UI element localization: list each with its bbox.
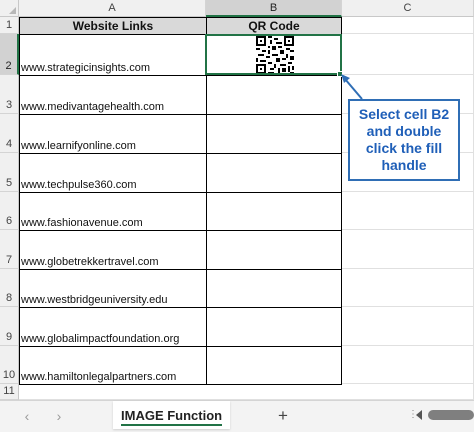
horizontal-scrollbar-thumb[interactable]	[428, 410, 474, 420]
link-text: www.techpulse360.com	[21, 179, 137, 191]
link-text: www.westbridgeuniversity.edu	[21, 294, 168, 306]
header-qr-code[interactable]: QR Code	[206, 17, 342, 35]
link-text: www.globetrekkertravel.com	[21, 256, 159, 268]
cell-b10[interactable]	[206, 346, 342, 385]
row-header-11[interactable]: 11	[0, 384, 19, 400]
row-header-5[interactable]: 5	[0, 153, 19, 192]
row-header-7[interactable]: 7	[0, 230, 19, 269]
select-all-corner[interactable]	[0, 0, 19, 17]
link-text: www.globalimpactfoundation.org	[21, 333, 180, 345]
chevron-left-icon[interactable]: ‹	[20, 408, 34, 424]
link-text: www.fashionavenue.com	[21, 217, 143, 229]
plus-icon[interactable]: +	[274, 407, 292, 425]
cell-b3[interactable]	[206, 75, 342, 115]
row-header-1[interactable]: 1	[0, 17, 19, 34]
row-header-2[interactable]: 2	[0, 34, 19, 75]
scroll-left-icon[interactable]	[416, 410, 422, 420]
sheet-tab-bar: ‹ › IMAGE Function + ⋮	[0, 400, 474, 432]
sheet-tab-image-function[interactable]: IMAGE Function	[113, 401, 231, 429]
active-tab-indicator	[121, 424, 223, 426]
active-cell-border	[205, 34, 342, 75]
column-header-a[interactable]: A	[19, 0, 206, 17]
chevron-right-icon[interactable]: ›	[52, 408, 66, 424]
column-header-b[interactable]: B	[206, 0, 342, 17]
header-website-links[interactable]: Website Links	[19, 17, 207, 35]
cell-b9[interactable]	[206, 307, 342, 347]
instruction-callout: Select cell B2 and double click the fill…	[348, 99, 460, 181]
row-header-10[interactable]: 10	[0, 346, 19, 384]
vertical-dots-icon[interactable]: ⋮	[408, 409, 418, 423]
link-text: www.learnifyonline.com	[21, 140, 136, 152]
cell-b6[interactable]	[206, 192, 342, 231]
row-header-6[interactable]: 6	[0, 192, 19, 230]
cell-b4[interactable]	[206, 114, 342, 154]
cell-b7[interactable]	[206, 230, 342, 270]
column-header-c[interactable]: C	[342, 0, 474, 17]
row-header-4[interactable]: 4	[0, 114, 19, 153]
cell-b8[interactable]	[206, 269, 342, 308]
row-header-8[interactable]: 8	[0, 269, 19, 307]
link-text: www.strategicinsights.com	[21, 62, 150, 74]
row-header-9[interactable]: 9	[0, 307, 19, 346]
spreadsheet-grid[interactable]: A B C 1 2 3 4 5 6 7 8 9 10 11 Website Li…	[0, 0, 474, 400]
sheet-tab-label: IMAGE Function	[121, 407, 223, 423]
link-text: www.medivantagehealth.com	[21, 101, 165, 113]
cell-b5[interactable]	[206, 153, 342, 193]
link-text: www.hamiltonlegalpartners.com	[21, 371, 177, 383]
fill-handle[interactable]	[337, 71, 343, 77]
row-header-3[interactable]: 3	[0, 75, 19, 114]
